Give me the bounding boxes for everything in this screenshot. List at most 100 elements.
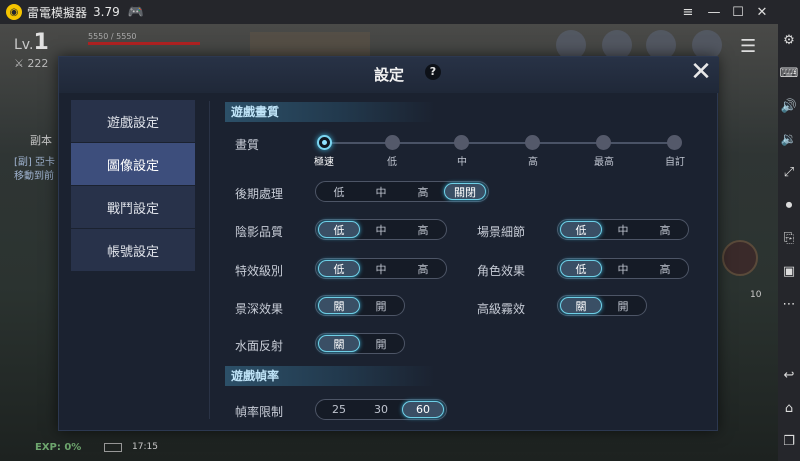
maximize-icon[interactable]: ☐	[726, 0, 750, 24]
gear-icon[interactable]: ⚙	[778, 24, 800, 57]
hp-bar	[88, 42, 200, 45]
depth-of-field-toggle: 關 開	[315, 295, 405, 316]
clock: 17:15	[132, 442, 158, 452]
quality-option-1[interactable]	[385, 135, 400, 150]
quality-label-0: 極速	[314, 157, 334, 168]
scene-detail-label: 場景細節	[477, 225, 526, 239]
app-title: 雷電模擬器	[27, 5, 88, 20]
character-effects-toggle: 低 中 高	[557, 258, 689, 279]
close-icon[interactable]: ✕	[687, 59, 715, 87]
depth-of-field-label: 景深效果	[235, 302, 284, 316]
dialog-header: 設定 ? ✕	[59, 57, 719, 93]
post-processing-medium[interactable]: 中	[360, 183, 402, 200]
ldplayer-logo-icon: ◉	[6, 4, 22, 20]
character-effects-low[interactable]: 低	[560, 260, 602, 277]
frame-limit-60[interactable]: 60	[402, 401, 444, 418]
quality-option-5[interactable]	[667, 135, 682, 150]
nav-account-settings[interactable]: 帳號設定	[71, 229, 195, 271]
quest-line-1: [副] 亞卡	[14, 157, 55, 168]
section-quality-header: 遊戲畫質	[225, 102, 435, 122]
water-reflection-off[interactable]: 關	[318, 335, 360, 352]
minimize-icon[interactable]: —	[702, 0, 726, 24]
post-processing-low[interactable]: 低	[318, 183, 360, 200]
combat-power-value: 222	[27, 57, 49, 70]
exp-indicator: EXP: 0%	[35, 442, 82, 453]
character-effects-high[interactable]: 高	[644, 260, 686, 277]
quality-option-4[interactable]	[596, 135, 611, 150]
quality-label: 畫質	[235, 138, 260, 152]
dungeon-tab[interactable]: 副本	[30, 132, 52, 148]
character-effects-medium[interactable]: 中	[602, 260, 644, 277]
effects-medium[interactable]: 中	[360, 260, 402, 277]
depth-of-field-on[interactable]: 開	[360, 297, 402, 314]
scene-detail-medium[interactable]: 中	[602, 221, 644, 238]
post-processing-toggle: 低 中 高 關閉	[315, 181, 489, 202]
shadow-low[interactable]: 低	[318, 221, 360, 238]
quality-label-5: 自訂	[665, 157, 685, 168]
quality-label-4: 最高	[594, 157, 614, 168]
depth-of-field-off[interactable]: 關	[318, 297, 360, 314]
level-value: 1	[33, 30, 49, 55]
quality-label-2: 中	[457, 157, 467, 168]
effects-level-toggle: 低 中 高	[315, 258, 447, 279]
water-reflection-on[interactable]: 開	[360, 335, 402, 352]
gamepad-icon[interactable]: 🎮	[128, 5, 144, 20]
water-reflection-label: 水面反射	[235, 339, 284, 353]
quality-option-2[interactable]	[454, 135, 469, 150]
scene-detail-high[interactable]: 高	[644, 221, 686, 238]
screenshot-icon[interactable]: ⎘	[778, 222, 800, 255]
level-prefix: Lv.	[14, 37, 34, 53]
volume-up-icon[interactable]: 🔊	[778, 90, 800, 123]
back-icon[interactable]: ↩	[778, 359, 800, 392]
effects-high[interactable]: 高	[402, 260, 444, 277]
more-icon[interactable]: ⋯	[778, 288, 800, 321]
level-indicator: Lv.1	[14, 30, 49, 55]
frame-limit-30[interactable]: 30	[360, 401, 402, 418]
shadow-medium[interactable]: 中	[360, 221, 402, 238]
skill-button[interactable]	[722, 240, 758, 276]
recent-apps-icon[interactable]: ❐	[778, 425, 800, 458]
quality-label-3: 高	[528, 157, 538, 168]
quest-line-2: 移動到前	[14, 171, 54, 182]
hp-text: 5550 / 5550	[88, 32, 137, 41]
nav-combat-settings[interactable]: 戰鬥設定	[71, 186, 195, 228]
divider	[209, 101, 210, 419]
battery-icon	[104, 443, 122, 452]
advanced-fog-off[interactable]: 關	[560, 297, 602, 314]
apk-icon[interactable]: ▣	[778, 255, 800, 288]
post-processing-off[interactable]: 關閉	[444, 183, 486, 200]
hamburger-menu-icon[interactable]: ☰	[740, 36, 756, 57]
quality-option-3[interactable]	[525, 135, 540, 150]
window-close-icon[interactable]: ✕	[750, 0, 774, 24]
effects-low[interactable]: 低	[318, 260, 360, 277]
frame-limit-toggle: 25 30 60	[315, 399, 447, 420]
section-fps-header: 遊戲幀率	[225, 366, 435, 386]
quest-tracker[interactable]: [副] 亞卡 移動到前	[14, 156, 55, 184]
character-effects-label: 角色效果	[477, 264, 526, 278]
app-version: 3.79	[93, 5, 120, 19]
advanced-fog-on[interactable]: 開	[602, 297, 644, 314]
dialog-title: 設定	[373, 66, 404, 84]
post-processing-high[interactable]: 高	[402, 183, 444, 200]
frame-limit-25[interactable]: 25	[318, 401, 360, 418]
settings-dialog: 設定 ? ✕ 遊戲設定 圖像設定 戰鬥設定 帳號設定 遊戲畫質 畫質 極速 低 …	[58, 56, 719, 431]
nav-game-settings[interactable]: 遊戲設定	[71, 100, 195, 142]
home-icon[interactable]: ⌂	[778, 392, 800, 425]
emulator-window: Lv.1 5550 / 5550 ⚔ 222 ☰ 副本 [副] 亞卡 移動到前 …	[0, 0, 800, 461]
nav-graphics-settings[interactable]: 圖像設定	[71, 143, 195, 185]
fullscreen-icon[interactable]: ⤢	[778, 156, 800, 189]
post-processing-label: 後期處理	[235, 187, 284, 201]
scene-detail-low[interactable]: 低	[560, 221, 602, 238]
quality-slider-track[interactable]	[324, 142, 676, 144]
quality-option-0[interactable]	[317, 135, 332, 150]
advanced-fog-label: 高級霧效	[477, 302, 526, 316]
menu-icon[interactable]: ≡	[676, 0, 700, 24]
scene-detail-toggle: 低 中 高	[557, 219, 689, 240]
shadow-high[interactable]: 高	[402, 221, 444, 238]
water-reflection-toggle: 關 開	[315, 333, 405, 354]
skill-count: 10	[750, 290, 762, 300]
help-icon[interactable]: ?	[425, 64, 441, 80]
keyboard-icon[interactable]: ⌨	[778, 57, 800, 90]
volume-down-icon[interactable]: 🔉	[778, 123, 800, 156]
record-icon[interactable]: ⏺	[778, 189, 800, 222]
